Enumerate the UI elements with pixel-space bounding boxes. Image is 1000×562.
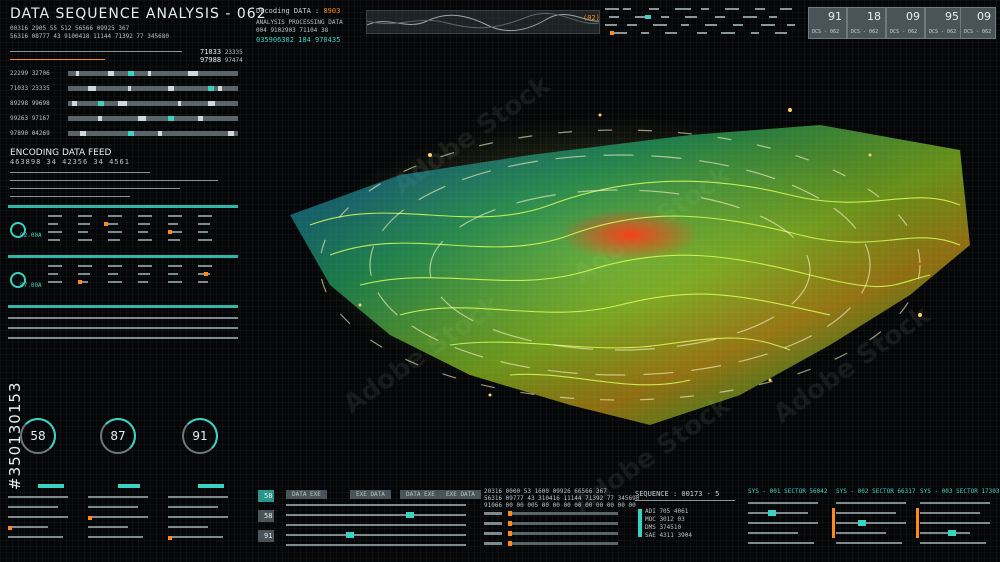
stat-box: 09 DCS - 062 bbox=[886, 7, 925, 39]
tab-data-exe[interactable]: DATA EXE bbox=[400, 490, 441, 499]
side-box-value: 58 bbox=[264, 512, 273, 520]
sys-label: SYS - 002 SECTOR 66317 bbox=[836, 488, 916, 495]
code-pair: 97988 97474 bbox=[200, 56, 243, 64]
side-box-value: 91 bbox=[264, 532, 273, 540]
sequence-row: DMS 374510 bbox=[645, 524, 682, 531]
divider bbox=[10, 51, 182, 52]
accent-line bbox=[10, 59, 105, 60]
stat-box: 91 DCS - 062 bbox=[808, 7, 847, 39]
gauge-dial: 58 bbox=[20, 418, 56, 454]
divider bbox=[635, 500, 735, 501]
row-label: 99263 97167 bbox=[10, 115, 50, 122]
sequence-row: ADI 705 4061 bbox=[645, 508, 689, 515]
mid-row: 91066 00 00 005 00 00 00 00 00 00 00 00 … bbox=[484, 502, 636, 509]
mini-code: (02) bbox=[583, 14, 600, 22]
gauge-dial: 87 bbox=[100, 418, 136, 454]
bit-matrix bbox=[605, 6, 800, 40]
tab-exe-data[interactable]: EXE DATA bbox=[440, 490, 481, 499]
mid-row: 56316 09777 43 310416 11144 71392 77 345… bbox=[484, 495, 640, 502]
analysis-label: ANALYSIS PROCESSING DATA bbox=[256, 19, 343, 26]
sequence-value: 00173 - 5 bbox=[681, 490, 720, 498]
decoding-label: Decoding DATA : 8903 bbox=[256, 7, 341, 15]
divider bbox=[10, 188, 180, 189]
hud-screen: Adobe Stock Adobe Stock Adobe Stock Adob… bbox=[0, 0, 1000, 562]
tab-exe-data[interactable]: EXE DATA bbox=[350, 490, 391, 499]
row-label: 89298 99698 bbox=[10, 100, 50, 107]
row-label: 22299 32706 bbox=[10, 70, 50, 77]
sequence-marker bbox=[638, 509, 642, 537]
page-title: DATA SEQUENCE ANALYSIS - 062 bbox=[10, 6, 267, 22]
decoding-value: 8903 bbox=[323, 7, 341, 15]
stat-box: 95 DCS - 062 bbox=[925, 7, 964, 39]
divider bbox=[10, 180, 218, 181]
feed-numbers: 463898 34 42356 34 4561 bbox=[10, 158, 130, 166]
sequence-row: MOC 3012 03 bbox=[645, 516, 685, 523]
gauge-dial: 91 bbox=[182, 418, 218, 454]
data-rows: 22299 32706 71033 23335 89298 99698 9926… bbox=[10, 70, 240, 140]
side-box-value: 58 bbox=[264, 492, 273, 500]
divider bbox=[10, 196, 130, 197]
terrain-visualization bbox=[290, 108, 970, 425]
row-bars bbox=[68, 71, 238, 136]
terrain-hotspot bbox=[560, 209, 700, 261]
code-pair: 71033 23335 bbox=[200, 48, 243, 56]
divider bbox=[10, 172, 150, 173]
analysis-row: 004 9102903 71104 38 bbox=[256, 27, 329, 34]
sys-label: SYS - 003 SECTOR 17303 bbox=[920, 488, 1000, 495]
row-label: 71033 23335 bbox=[10, 85, 50, 92]
mid-row: 20316 0000 53 1600 09926 66566 367 bbox=[484, 488, 607, 495]
decoding-code: 035906302 184 970435 bbox=[256, 36, 341, 44]
waveform-graph bbox=[366, 12, 600, 32]
gauge-detail-lines bbox=[8, 484, 228, 540]
header-row-2: 56316 08777 43 9100418 11144 71392 77 34… bbox=[10, 33, 169, 40]
stock-id: #350130153 bbox=[6, 381, 24, 490]
header-row-1: 00316 2905 55 512 56566 09925 367 bbox=[10, 25, 130, 32]
tab-data-exe[interactable]: DATA EXE bbox=[286, 490, 327, 499]
feed-title: ENCODING DATA FEED bbox=[10, 148, 112, 158]
sys-grid bbox=[748, 502, 990, 544]
sys-label: SYS - 001 SECTOR 56042 bbox=[748, 488, 828, 495]
bottom-grid bbox=[286, 504, 466, 546]
row-label: 97890 04269 bbox=[10, 130, 50, 137]
stat-box: 09 DCS - 062 bbox=[960, 7, 996, 39]
stat-box: 18 DCS - 062 bbox=[847, 7, 886, 39]
small-gauge-label: 92.00A bbox=[20, 232, 42, 239]
data-grid bbox=[8, 205, 238, 339]
sequence-label: SEQUENCE : 00173 - 5 bbox=[635, 490, 720, 498]
sequence-row: SAE 4311 3904 bbox=[645, 532, 692, 539]
small-gauge-label: 87.00A bbox=[20, 282, 42, 289]
waveform-panel bbox=[366, 10, 600, 34]
progress-bars bbox=[484, 511, 618, 546]
